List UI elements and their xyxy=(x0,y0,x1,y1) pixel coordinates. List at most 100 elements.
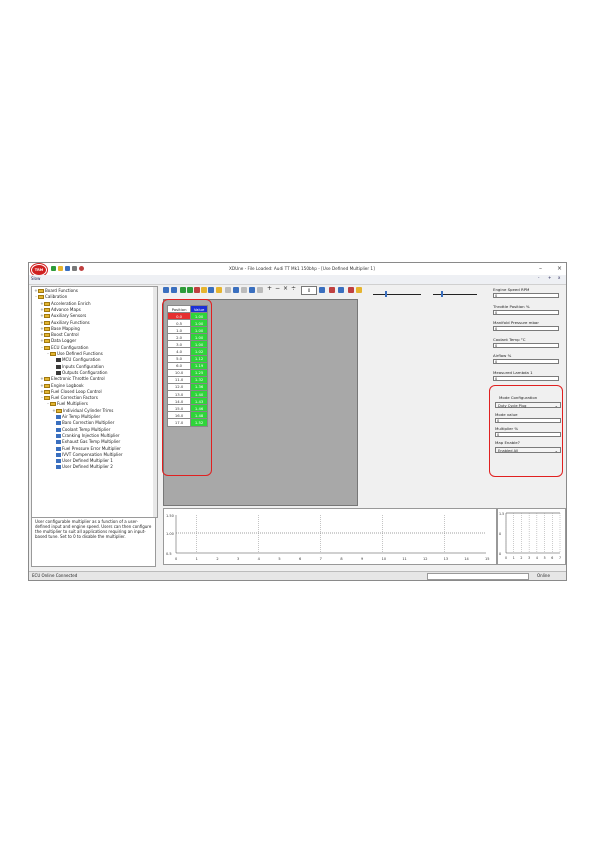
minimize-icon[interactable]: – xyxy=(539,265,542,272)
zoom-plus-button[interactable]: + xyxy=(548,275,551,280)
close-pane-button[interactable]: x xyxy=(558,275,560,280)
tree-item[interactable]: + Acceleration Enrich xyxy=(40,301,91,307)
live-field-value[interactable]: 0 xyxy=(493,293,559,298)
chart-icon[interactable] xyxy=(201,287,207,293)
lock-icon[interactable] xyxy=(356,287,362,293)
paste-icon[interactable] xyxy=(249,287,255,293)
divide-icon[interactable]: ÷ xyxy=(291,286,297,292)
folder-icon xyxy=(56,408,62,413)
x-tick-label: 11 xyxy=(402,557,406,561)
folder-icon xyxy=(44,333,50,338)
tree-item[interactable]: - Calibration xyxy=(34,294,67,300)
tree-item[interactable]: Cranking Injection Multiplier xyxy=(52,433,120,439)
folder-icon xyxy=(38,289,44,293)
tree-item[interactable]: + Auxiliary Sensors xyxy=(40,313,86,319)
folder-icon xyxy=(50,402,56,407)
grid-icon xyxy=(56,364,61,369)
tree-item-label: User Defined Multiplier 1 xyxy=(62,458,113,464)
live-field-label: Coolant Temp °C xyxy=(493,336,526,342)
tree-item[interactable]: - Fuel Correction Factors xyxy=(40,395,98,401)
subtract-icon[interactable]: − xyxy=(275,286,281,292)
y-tick-label: 1.5 xyxy=(499,512,504,516)
tree-item[interactable]: User Defined Multiplier 1 xyxy=(52,458,113,464)
table-icon[interactable] xyxy=(171,287,177,293)
status-bar: ECU Online Connected Online xyxy=(29,571,566,580)
map-toolbar: + − × ÷ 0 xyxy=(163,285,473,295)
tree-item[interactable]: IVVT Compensation Multiplier xyxy=(52,452,123,458)
tree-item[interactable]: + Auxiliary Functions xyxy=(40,320,90,326)
edit-icon[interactable] xyxy=(208,287,214,293)
zoom-minus-button[interactable]: - xyxy=(538,275,539,280)
tree-scrollbar[interactable] xyxy=(153,287,157,517)
tree-item[interactable]: - ECU Configuration xyxy=(40,345,89,351)
redo-icon[interactable] xyxy=(233,287,239,293)
new-icon[interactable] xyxy=(51,266,56,271)
tree-item[interactable]: + Base Mapping xyxy=(40,326,80,332)
folder-icon xyxy=(44,307,50,312)
record-icon[interactable] xyxy=(79,266,84,271)
tree-item-label: Base Mapping xyxy=(51,325,80,331)
grid-icon xyxy=(56,358,61,363)
live-field-value[interactable]: 0 xyxy=(493,342,559,348)
tree-item[interactable]: + Electronic Throttle Control xyxy=(40,376,105,382)
open-icon[interactable] xyxy=(58,266,63,271)
flag-icon[interactable] xyxy=(329,287,335,293)
tree-item[interactable]: + Individual Cylinder Trims xyxy=(52,408,113,414)
folder-icon xyxy=(50,352,56,356)
apply-icon[interactable] xyxy=(319,287,325,293)
pencil-icon[interactable] xyxy=(216,287,222,293)
tree-item[interactable]: Fuel Pressure Error Multiplier xyxy=(52,446,121,452)
green-bar-icon[interactable] xyxy=(180,287,186,293)
add-icon[interactable]: + xyxy=(267,286,273,292)
tree-item-label: MCU Configuration xyxy=(62,357,101,363)
green-bars-icon[interactable] xyxy=(187,287,193,293)
x-tick-label: 13 xyxy=(444,557,448,561)
close-window-icon[interactable]: × xyxy=(557,265,562,272)
tree-item-label: Cranking Injection Multiplier xyxy=(62,432,120,438)
tree-item-label: Auxiliary Sensors xyxy=(51,313,87,319)
highlight-config-box xyxy=(489,385,563,477)
trace-icon[interactable] xyxy=(348,287,354,293)
tree-item[interactable]: + Boost Control xyxy=(40,332,79,338)
tree-item[interactable]: + Advance Maps xyxy=(40,307,81,313)
tree-item[interactable]: - Use Defined Functions xyxy=(46,351,103,357)
tree-item[interactable]: Outputs Configuration xyxy=(52,370,107,376)
live-field-label: Airflow % xyxy=(493,353,512,358)
tree-item[interactable]: + Board Functions xyxy=(34,288,78,294)
tree-item-label: Individual Cylinder Trims xyxy=(63,407,114,413)
live-field-value[interactable]: 0 xyxy=(493,309,559,315)
mini-graph: 1.5 0 0 0 1 2 3 4 5 6 7 xyxy=(497,508,566,565)
tree-item[interactable]: User Defined Multiplier 2 xyxy=(52,464,113,470)
slider-thumb-1[interactable] xyxy=(385,291,387,297)
tree-item-label: Auxiliary Functions xyxy=(51,319,90,325)
tree-item[interactable]: Coolant Temp Multiplier xyxy=(52,427,110,433)
tree-item[interactable]: Exhaust Gas Temp Multiplier xyxy=(52,439,120,445)
tree-item[interactable]: + Engine Logbook xyxy=(40,383,84,389)
tree-item[interactable]: - Fuel Multipliers xyxy=(46,401,88,407)
tree-item[interactable]: + Fuel Closed Loop Control xyxy=(40,389,102,395)
tree-item[interactable]: + Data Logger xyxy=(40,338,76,344)
map-icon xyxy=(56,421,61,426)
slider-track-2 xyxy=(433,294,477,295)
tree-item[interactable]: MCU Configuration xyxy=(52,357,100,363)
undo-icon[interactable] xyxy=(225,287,231,293)
folder-icon xyxy=(44,389,50,394)
calibration-tree[interactable]: + Board Functions - Calibration + Acceleratio… xyxy=(31,286,158,518)
live-field-value[interactable]: 0 xyxy=(493,375,559,381)
live-field-value[interactable]: 0 xyxy=(493,326,559,331)
copy-icon[interactable] xyxy=(241,287,247,293)
interpolate-icon[interactable] xyxy=(257,287,263,293)
x-tick-label: 6 xyxy=(299,557,301,561)
tree-item[interactable]: Air Temp Multiplier xyxy=(52,414,100,420)
graph-icon[interactable] xyxy=(338,287,344,293)
red-bar-icon[interactable] xyxy=(194,287,200,293)
live-field-value[interactable]: 0 xyxy=(493,359,559,364)
grid-icon[interactable] xyxy=(163,287,169,293)
tree-item[interactable]: Inputs Configuration xyxy=(52,364,104,370)
multiply-icon[interactable]: × xyxy=(283,286,289,292)
print-icon[interactable] xyxy=(72,266,77,271)
save-icon[interactable] xyxy=(65,266,70,271)
tree-item[interactable]: Baro Correction Multiplier xyxy=(52,420,114,426)
slider-thumb-2[interactable] xyxy=(441,291,443,297)
value-input[interactable]: 0 xyxy=(301,286,317,295)
